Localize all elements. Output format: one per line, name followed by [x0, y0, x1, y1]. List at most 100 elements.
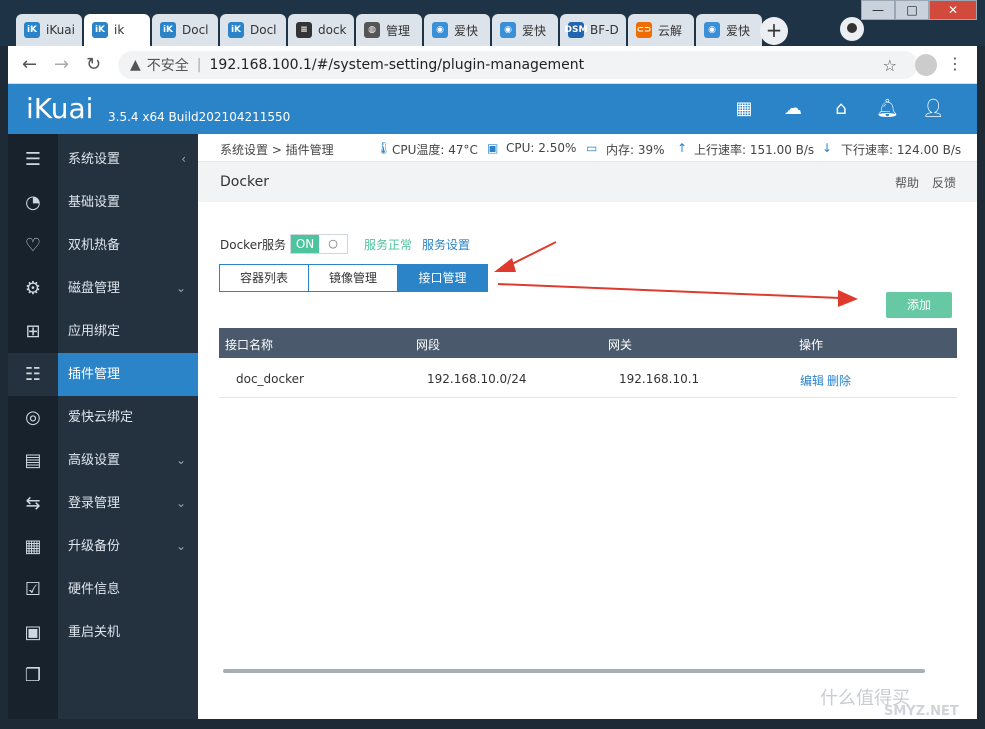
wifi-icon[interactable]: ◎: [8, 396, 58, 439]
chevron-icon[interactable]: ⌄: [176, 525, 186, 568]
browser-tab[interactable]: ◉ 爱快: [424, 14, 490, 46]
help-link[interactable]: 帮助: [895, 174, 919, 191]
warning-icon[interactable]: ▲: [130, 57, 141, 73]
sidebar-item[interactable]: 系统设置 ‹: [58, 138, 198, 181]
upload-rate: 上行速率: 151.00 B/s: [694, 143, 815, 157]
toggle-knob[interactable]: ○: [319, 235, 348, 253]
bell-icon[interactable]: 🔔︎: [876, 98, 899, 120]
user-icon[interactable]: 👤︎: [922, 98, 945, 120]
sidebar-item[interactable]: 磁盘管理 ⌄: [58, 267, 198, 310]
close-window-button[interactable]: ✕: [929, 0, 977, 20]
page-title-bar: Docker 帮助 反馈: [198, 162, 977, 202]
browser-tab[interactable]: ◍ 管理: [356, 14, 422, 46]
dsm-icon: DSM: [565, 22, 587, 38]
globe-icon: ◍: [364, 22, 380, 38]
service-settings-link[interactable]: 服务设置: [422, 236, 470, 253]
heartbeat-icon[interactable]: ♡: [8, 224, 58, 267]
chevron-icon[interactable]: ⌄: [176, 267, 186, 310]
bookmark-star-icon[interactable]: ☆: [883, 56, 897, 75]
browser-menu-icon[interactable]: ⋮: [947, 54, 963, 73]
upload-arrow-icon: ↑: [677, 141, 688, 155]
ikuai-icon: iK: [24, 22, 40, 38]
toggle-on-label[interactable]: ON: [291, 235, 320, 253]
home-icon[interactable]: ⌂: [830, 98, 852, 120]
browser-tab[interactable]: ◉ 爱快: [696, 14, 762, 46]
chevron-icon[interactable]: ⌄: [176, 482, 186, 525]
window-controls: — □ ✕: [861, 0, 977, 20]
sidebar-item[interactable]: 应用绑定: [58, 310, 198, 353]
sidebar-item[interactable]: 基础设置: [58, 181, 198, 224]
minimize-button[interactable]: —: [861, 0, 895, 20]
ikuai-icon: iK: [160, 22, 176, 38]
forward-arrow-icon[interactable]: →: [54, 54, 69, 75]
apps-grid-icon[interactable]: ▦: [733, 98, 755, 120]
browser-tab[interactable]: DSM BF-D: [560, 14, 626, 46]
chevron-icon[interactable]: ⌄: [176, 439, 186, 482]
insecure-label[interactable]: 不安全: [147, 55, 189, 75]
copy-icon[interactable]: ❐: [8, 654, 58, 697]
tab-search-icon[interactable]: [840, 17, 864, 41]
add-button[interactable]: 添加: [886, 292, 952, 318]
browser-tab[interactable]: ⊂⊃ 云解: [628, 14, 694, 46]
menu-collapse-icon[interactable]: ☰: [8, 138, 58, 181]
browser-tab-label: 爱快: [726, 23, 751, 38]
edit-link[interactable]: 编辑: [800, 372, 824, 389]
sidebar-item[interactable]: 升级备份 ⌄: [58, 525, 198, 568]
url-text[interactable]: 192.168.100.1/#/system-setting/plugin-ma…: [210, 57, 585, 73]
sidebar-item[interactable]: 重启关机: [58, 611, 198, 654]
cloud-icon[interactable]: ☁: [782, 98, 804, 120]
sidebar-item[interactable]: 登录管理 ⌄: [58, 482, 198, 525]
delete-link[interactable]: 删除: [827, 372, 851, 389]
tab-interface-management[interactable]: 接口管理: [398, 265, 487, 291]
browser-tab[interactable]: ≡ dock: [288, 14, 354, 46]
cloud-dns-icon: ⊂⊃: [636, 22, 652, 38]
back-arrow-icon[interactable]: ←: [22, 54, 37, 75]
tab-image-management[interactable]: 镜像管理: [309, 265, 398, 291]
browser-tab[interactable]: iK Docl: [152, 14, 218, 46]
sidebar-item[interactable]: 高级设置 ⌄: [58, 439, 198, 482]
sidebar-item-label: 应用绑定: [68, 324, 121, 339]
sidebar-item-label: 磁盘管理: [68, 281, 121, 296]
sidebar-item-label: 系统设置: [68, 152, 121, 167]
brick-wall-icon[interactable]: ▦: [8, 525, 58, 568]
sidebar-item[interactable]: 双机热备: [58, 224, 198, 267]
main-content: 系统设置 > 插件管理 🌡︎ CPU温度: 47°C ▣ CPU: 2.50% …: [198, 134, 977, 719]
browser-tab[interactable]: ◉ 爱快: [492, 14, 558, 46]
new-tab-button[interactable]: +: [760, 17, 788, 45]
table-header: 接口名称 网段 网关 操作: [219, 328, 957, 358]
table-row: doc_docker 192.168.10.0/24 192.168.10.1 …: [219, 358, 957, 398]
horizontal-scrollbar[interactable]: [223, 669, 925, 673]
url-field[interactable]: ▲ 不安全 | 192.168.100.1/#/system-setting/p…: [118, 51, 918, 79]
profile-avatar-icon[interactable]: [915, 54, 937, 76]
gear-icon[interactable]: ⚙: [8, 267, 58, 310]
reload-icon[interactable]: ↻: [86, 54, 101, 75]
browser-tab[interactable]: iK Docl: [220, 14, 286, 46]
browser-tab[interactable]: iK ik: [84, 14, 150, 46]
column-header-name: 接口名称: [225, 338, 274, 352]
ikuai-round-icon: ◉: [432, 22, 448, 38]
chevron-icon[interactable]: ‹: [181, 138, 186, 181]
sliders-icon[interactable]: ☷: [8, 353, 58, 396]
feedback-link[interactable]: 反馈: [932, 174, 956, 191]
network-tree-icon[interactable]: ⊞: [8, 310, 58, 353]
tab-container-list[interactable]: 容器列表: [220, 265, 309, 291]
browser-tab[interactable]: iK iKuai: [16, 14, 82, 46]
checklist-icon[interactable]: ☑: [8, 568, 58, 611]
sidebar-item[interactable]: 爱快云绑定: [58, 396, 198, 439]
interface-table: 接口名称 网段 网关 操作 doc_docker 192.168.10.0/24…: [219, 328, 957, 398]
sidebar-item-label: 升级备份: [68, 539, 121, 554]
browser-tab-label: ik: [114, 23, 125, 37]
swap-arrows-icon[interactable]: ⇆: [8, 482, 58, 525]
ikuai-logo[interactable]: iKuai: [26, 92, 93, 125]
sidebar-item[interactable]: 硬件信息: [58, 568, 198, 611]
sidebar-item[interactable]: 插件管理: [58, 353, 198, 396]
browser-tab-label: dock: [318, 23, 347, 37]
speedometer-icon[interactable]: ◔: [8, 181, 58, 224]
app-header: iKuai 3.5.4 x64 Build202104211550 ▦ ☁ ⌂ …: [8, 84, 977, 134]
grid-apps-icon[interactable]: ▣: [8, 611, 58, 654]
maximize-button[interactable]: □: [895, 0, 929, 20]
id-card-icon[interactable]: ▤: [8, 439, 58, 482]
cpu-usage: CPU: 2.50%: [506, 141, 577, 155]
docker-service-toggle[interactable]: ON ○: [290, 234, 349, 254]
breadcrumb[interactable]: 系统设置 > 插件管理: [220, 141, 334, 158]
